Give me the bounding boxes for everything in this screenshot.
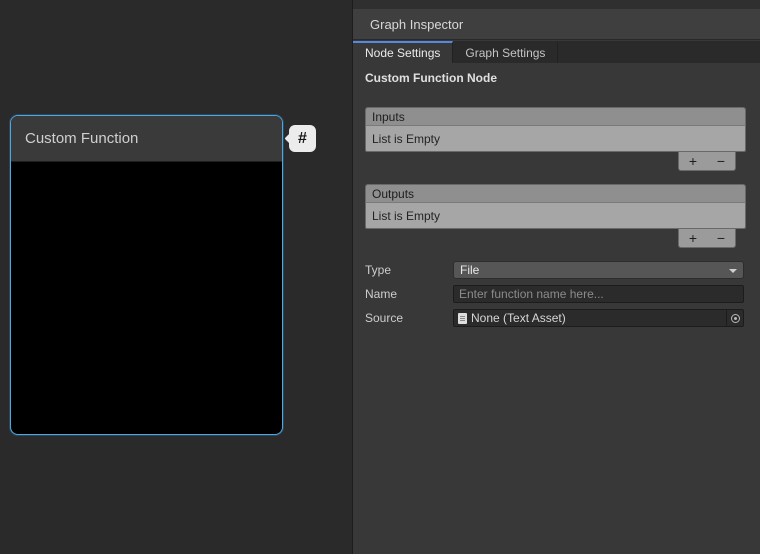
text-asset-icon bbox=[458, 313, 467, 324]
outputs-remove-button[interactable]: − bbox=[707, 231, 735, 245]
name-label: Name bbox=[365, 287, 453, 301]
inputs-list-footer: + − bbox=[365, 152, 746, 171]
object-picker-icon bbox=[731, 314, 740, 323]
inputs-list-header: Inputs bbox=[365, 107, 746, 126]
custom-function-node[interactable]: Custom Function bbox=[10, 115, 283, 435]
inspector-tab-bar: Node Settings Graph Settings bbox=[353, 41, 760, 63]
source-row: Source None (Text Asset) bbox=[365, 309, 744, 327]
inspector-title-bar[interactable]: Graph Inspector bbox=[353, 9, 760, 40]
inputs-list-footer-box: + − bbox=[678, 152, 736, 171]
tab-node-settings-label: Node Settings bbox=[365, 46, 440, 60]
tab-node-settings[interactable]: Node Settings bbox=[353, 41, 453, 63]
outputs-list-footer-box: + − bbox=[678, 229, 736, 248]
node-title: Custom Function bbox=[25, 130, 138, 147]
inputs-list-empty-label: List is Empty bbox=[372, 132, 440, 146]
type-label: Type bbox=[365, 263, 453, 277]
inputs-remove-button[interactable]: − bbox=[707, 154, 735, 168]
panel-top-strip bbox=[353, 0, 760, 9]
source-object-value: None (Text Asset) bbox=[471, 311, 566, 325]
source-label: Source bbox=[365, 311, 453, 325]
section-title: Custom Function Node bbox=[365, 71, 497, 85]
function-name-input[interactable] bbox=[453, 285, 744, 303]
graph-canvas[interactable]: Custom Function # bbox=[0, 0, 352, 554]
inputs-list-empty-row: List is Empty bbox=[365, 126, 746, 152]
type-dropdown-value: File bbox=[460, 263, 479, 277]
type-row: Type File bbox=[365, 261, 744, 279]
outputs-list-header-label: Outputs bbox=[372, 187, 414, 201]
object-picker-button[interactable] bbox=[726, 310, 743, 326]
tab-graph-settings-label: Graph Settings bbox=[465, 46, 545, 60]
outputs-list-empty-label: List is Empty bbox=[372, 209, 440, 223]
source-object-field[interactable]: None (Text Asset) bbox=[453, 309, 744, 327]
inspector-title: Graph Inspector bbox=[370, 17, 463, 32]
inputs-add-button[interactable]: + bbox=[679, 154, 707, 168]
name-row: Name bbox=[365, 285, 744, 303]
type-dropdown[interactable]: File bbox=[453, 261, 744, 279]
tab-graph-settings[interactable]: Graph Settings bbox=[453, 41, 558, 63]
outputs-list-footer: + − bbox=[365, 229, 746, 248]
node-title-bar[interactable]: Custom Function bbox=[11, 116, 282, 162]
outputs-list-header: Outputs bbox=[365, 184, 746, 203]
graph-inspector-panel: Graph Inspector Node Settings Graph Sett… bbox=[352, 0, 760, 554]
outputs-add-button[interactable]: + bbox=[679, 231, 707, 245]
hash-badge-icon: # bbox=[289, 125, 316, 152]
outputs-list-empty-row: List is Empty bbox=[365, 203, 746, 229]
outputs-list: Outputs List is Empty + − bbox=[365, 184, 746, 248]
dropdown-caret-icon bbox=[729, 269, 737, 273]
inputs-list-header-label: Inputs bbox=[372, 110, 405, 124]
inputs-list: Inputs List is Empty + − bbox=[365, 107, 746, 171]
